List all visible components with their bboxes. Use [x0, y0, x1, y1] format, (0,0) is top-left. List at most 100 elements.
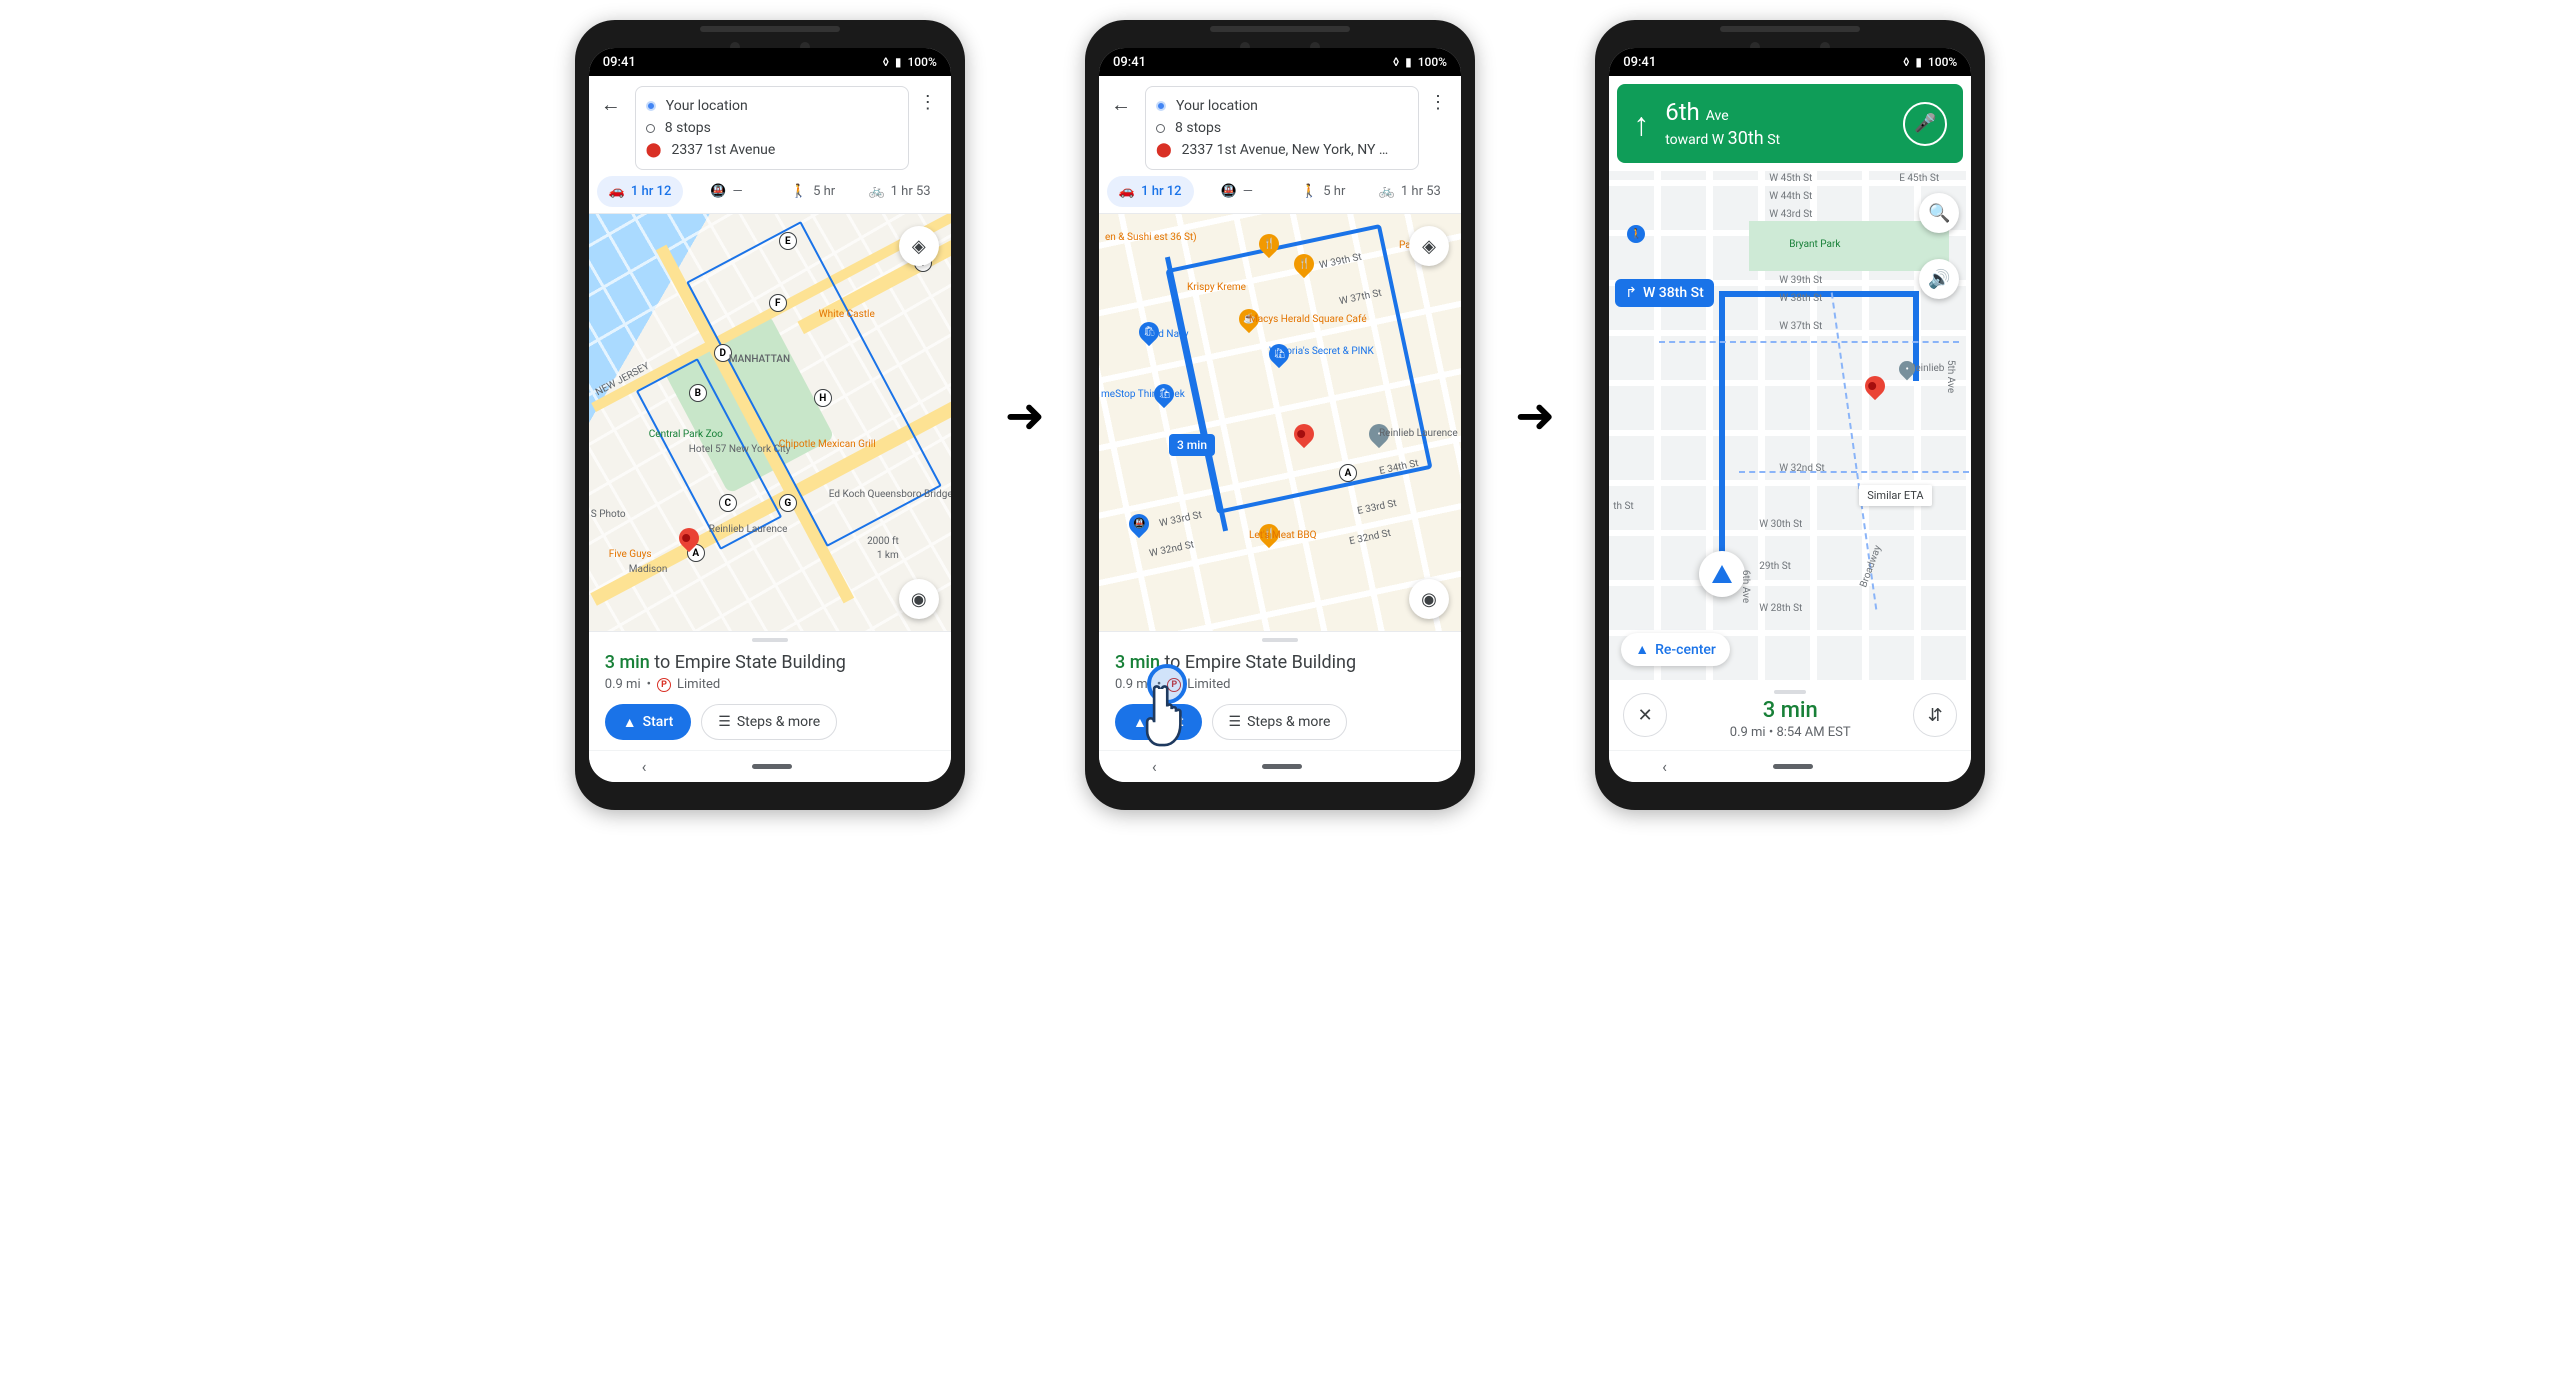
card-parking: Limited [677, 677, 720, 692]
android-nav-bar: ‹ [589, 750, 951, 782]
stop-g[interactable]: G [779, 494, 797, 512]
recenter-button[interactable]: ▲Re-center [1621, 633, 1730, 666]
next-turn-chip: ↱W 38th St [1615, 279, 1714, 307]
poi-sushi: en & Sushi est 36 St) [1105, 232, 1197, 243]
street-5th-ave: 5th Ave [1945, 360, 1956, 393]
status-bar: 09:41 ◊ ▮ 100% [1099, 48, 1461, 76]
poi-five-guys: Five Guys [609, 549, 652, 560]
search-button[interactable]: 🔍 [1919, 193, 1959, 233]
nav-trip-info[interactable]: 3 min 0.9 mi • 8:54 AM EST [1677, 690, 1903, 740]
start-button[interactable]: ▲Start [605, 704, 692, 740]
mode-walk-tab[interactable]: 🚶 5 hr [770, 176, 857, 207]
destination-pin-icon: ⬤ [646, 142, 662, 158]
poi-madison: Madison [629, 564, 668, 575]
mode-bike-tab[interactable]: 🚲1 hr 53 [1367, 176, 1454, 207]
phone-frame-3: 09:41 ◊ ▮ 100% ↑ 6th Ave toward W 30th S… [1595, 20, 1985, 810]
travel-mode-tabs: 🚗1 hr 12 🚇— 🚶5 hr 🚲1 hr 53 [1099, 176, 1461, 214]
overflow-menu-button[interactable]: ⋮ [1429, 86, 1449, 113]
android-nav-bar: ‹ [1609, 750, 1971, 782]
route-card[interactable]: 3 min to Empire State Building 0.9 mi • … [589, 631, 951, 750]
nav-home-pill[interactable] [752, 764, 792, 769]
directions-header: ← Your location 8 stops ⬤2337 1st Avenue… [1099, 76, 1461, 176]
stop-b[interactable]: B [689, 384, 707, 402]
overflow-menu-button[interactable]: ⋮ [919, 86, 939, 113]
card-drag-handle[interactable] [1262, 638, 1298, 642]
my-location-button[interactable]: ◉ [1409, 579, 1449, 619]
origin-label: Your location [1176, 98, 1258, 114]
status-right: ◊ ▮ 100% [883, 55, 937, 69]
back-button[interactable]: ← [601, 86, 625, 117]
alternate-routes-button[interactable]: ⇵ [1913, 693, 1957, 737]
nav-back-icon[interactable]: ‹ [642, 757, 647, 776]
location-icon: ◊ [1903, 55, 1909, 69]
street-w32: W 32nd St [1779, 463, 1824, 474]
nav-bottom-bar: ✕ 3 min 0.9 mi • 8:54 AM EST ⇵ [1609, 680, 1971, 750]
street-w44: W 44th St [1769, 191, 1812, 202]
card-drag-handle[interactable] [1774, 690, 1806, 694]
nav-remaining-distance: 0.9 mi [1730, 725, 1766, 740]
walk-icon: 🚶 [1301, 184, 1317, 199]
map-canvas-1[interactable]: A B C D E F G H I White Castle MANHATTAN… [589, 214, 951, 631]
steps-button[interactable]: ☰Steps & more [1212, 704, 1348, 740]
mode-transit-time: — [1243, 184, 1253, 199]
stop-c[interactable]: C [719, 494, 737, 512]
route-summary-box[interactable]: Your location 8 stops ⬤2337 1st Avenue, … [1145, 86, 1419, 170]
bike-icon: 🚲 [868, 184, 884, 199]
start-label: Start [643, 714, 674, 730]
nav-back-icon[interactable]: ‹ [1662, 757, 1667, 776]
tap-gesture-overlay [1139, 664, 1209, 754]
nav-home-pill[interactable] [1773, 764, 1813, 769]
card-destination: to Empire State Building [654, 652, 846, 673]
compass-icon: ▲ [1635, 641, 1649, 658]
mode-bike-tab[interactable]: 🚲 1 hr 53 [856, 176, 943, 207]
stop-a[interactable]: A [1339, 464, 1357, 482]
stops-dot-icon [646, 124, 655, 133]
map-canvas-3[interactable]: Bryant Park ↱W 38th St W 45th St E 45th … [1609, 171, 1971, 680]
mode-car-tab[interactable]: 🚗1 hr 12 [1107, 176, 1194, 207]
mode-car-tab[interactable]: 🚗1 hr 12 [597, 176, 684, 207]
poi-lets-meat: Let's Meat BBQ [1249, 530, 1317, 541]
mode-walk-tab[interactable]: 🚶5 hr [1280, 176, 1367, 207]
layers-button[interactable]: ◈ [1409, 226, 1449, 266]
stop-f[interactable]: F [769, 294, 787, 312]
android-nav-bar: ‹ [1099, 750, 1461, 782]
voice-search-button[interactable]: 🎤 [1903, 102, 1947, 146]
walk-icon: 🚶 [791, 184, 807, 199]
stops-dot-icon [1156, 124, 1165, 133]
street-w45: W 45th St [1769, 173, 1812, 184]
destination-label: 2337 1st Avenue [671, 142, 775, 158]
map-canvas-2[interactable]: 3 min A 🍴 🍴 🛍 🛍 🛍 ☕ 🍴 • 🚇 en & Sushi est… [1099, 214, 1461, 631]
screen-1: 09:41 ◊ ▮ 100% ← Your location 8 stops ⬤… [589, 48, 951, 782]
audio-button[interactable]: 🔊 [1919, 259, 1959, 299]
destination-label: 2337 1st Avenue, New York, NY 1... [1182, 142, 1392, 158]
street-th-st-left: th St [1613, 501, 1633, 512]
nav-home-pill[interactable] [1262, 764, 1302, 769]
navigation-banner[interactable]: ↑ 6th Ave toward W 30th St 🎤 [1617, 84, 1963, 163]
battery-pct: 100% [1418, 55, 1447, 69]
list-icon: ☰ [1229, 714, 1242, 730]
mode-transit-tab[interactable]: 🚇— [683, 176, 770, 207]
layers-button[interactable]: ◈ [899, 226, 939, 266]
nav-back-icon[interactable]: ‹ [1152, 757, 1157, 776]
battery-pct: 100% [1928, 55, 1957, 69]
steps-button[interactable]: ☰Steps & more [701, 704, 837, 740]
street-w39: W 39th St [1779, 275, 1822, 286]
battery-icon: ▮ [1915, 55, 1922, 69]
back-button[interactable]: ← [1111, 86, 1135, 117]
mode-transit-tab[interactable]: 🚇— [1194, 176, 1281, 207]
next-turn-street: W 38th St [1643, 285, 1704, 301]
street-w28: W 28th St [1759, 603, 1802, 614]
car-icon: 🚗 [1119, 184, 1135, 199]
stop-e[interactable]: E [779, 232, 797, 250]
stop-h[interactable]: H [814, 389, 832, 407]
close-navigation-button[interactable]: ✕ [1623, 693, 1667, 737]
mode-bike-time: 1 hr 53 [891, 184, 931, 199]
card-drag-handle[interactable] [752, 638, 788, 642]
mode-walk-time: 5 hr [813, 184, 835, 199]
street-e45: E 45th St [1899, 173, 1939, 184]
route-summary-box[interactable]: Your location 8 stops ⬤2337 1st Avenue [635, 86, 909, 170]
flow-arrow-1: ➜ [1005, 387, 1045, 444]
my-location-button[interactable]: ◉ [899, 579, 939, 619]
area-manhattan: MANHATTAN [729, 354, 790, 365]
status-time: 09:41 [603, 55, 636, 70]
